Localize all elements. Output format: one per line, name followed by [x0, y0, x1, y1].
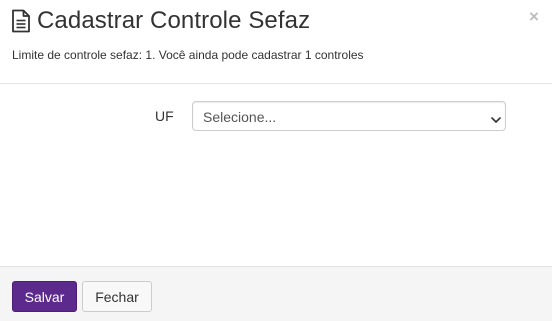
modal-dialog: Cadastrar Controle Sefaz × Limite de con…	[0, 0, 552, 321]
uf-label: UF	[155, 108, 174, 124]
chevron-down-icon	[491, 112, 501, 123]
modal-title: Cadastrar Controle Sefaz	[37, 7, 311, 34]
modal-footer: Salvar Fechar	[0, 266, 552, 321]
save-button[interactable]: Salvar	[12, 281, 77, 312]
title-row: Cadastrar Controle Sefaz	[11, 6, 310, 36]
modal-header: Cadastrar Controle Sefaz × Limite de con…	[0, 0, 552, 84]
uf-select[interactable]: Selecione...	[192, 101, 506, 131]
uf-form-row: UF Selecione...	[0, 100, 552, 132]
limit-info-text: Limite de controle sefaz: 1. Você ainda …	[12, 48, 364, 62]
close-icon[interactable]: ×	[527, 8, 541, 25]
uf-select-value: Selecione...	[203, 109, 277, 125]
document-icon	[11, 9, 31, 33]
close-button[interactable]: Fechar	[82, 281, 152, 312]
